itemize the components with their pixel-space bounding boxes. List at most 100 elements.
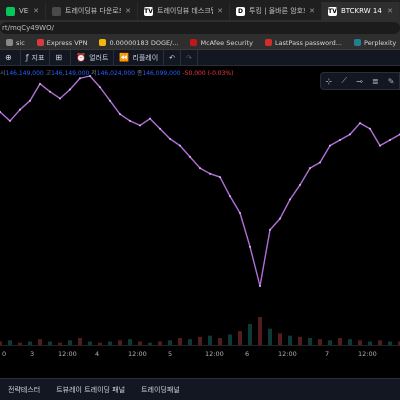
price-line-segment xyxy=(229,195,241,214)
browser-tab[interactable]: TV 트레이딩뷰 데스크탑 해상 ✕ xyxy=(138,2,230,20)
price-point xyxy=(279,217,281,220)
browser-tab[interactable]: TV BTCKRW 14 ✕ xyxy=(322,2,400,20)
brush-icon[interactable]: ✎ xyxy=(388,77,395,86)
price-line-segment xyxy=(9,109,21,122)
volume-bar xyxy=(268,328,272,345)
price-line-segment xyxy=(299,167,311,186)
volume-bar xyxy=(78,338,82,345)
price-point xyxy=(9,119,11,122)
price-chart[interactable] xyxy=(0,66,400,362)
browser-tab[interactable]: VER ✕ xyxy=(0,2,46,20)
tab-close-icon[interactable]: ✕ xyxy=(33,7,39,15)
chart-toolbar: ⊕ ƒ 지표 ⊞ ⏰ 얼러트 ⏪ 리플레이 ↶ ↷ xyxy=(0,49,400,66)
add-symbol-button[interactable]: ⊕ xyxy=(0,49,21,66)
legend-close: 146,099,000 xyxy=(142,70,181,77)
bookmark-item[interactable]: Perplexity xyxy=(348,39,400,47)
price-line-segment xyxy=(159,128,171,140)
tab-favicon-icon xyxy=(52,6,61,16)
browser-tab[interactable]: 트레이딩뷰 다운로드 - 검색 ✕ xyxy=(46,2,138,20)
price-line-segment xyxy=(259,229,271,287)
time-axis-label: 4 xyxy=(95,350,100,358)
browser-tab[interactable]: D 투킹 | 올바른 암호화폐 투 ✕ xyxy=(230,2,322,20)
horizontal-ray-icon[interactable]: ⊸ xyxy=(356,77,363,86)
bookmark-item[interactable]: 0.00000183 DOGE/... xyxy=(93,39,184,47)
price-point xyxy=(319,161,321,164)
price-line-segment xyxy=(119,113,131,122)
redo-button[interactable]: ↷ xyxy=(181,49,198,66)
price-line-segment xyxy=(239,212,251,247)
cursor-icon[interactable]: ⊹ xyxy=(326,77,333,86)
tab-title: VER xyxy=(19,7,29,15)
indicators-button[interactable]: ƒ 지표 xyxy=(21,49,51,66)
price-point xyxy=(59,97,61,100)
trendline-icon[interactable]: ⟋ xyxy=(341,76,347,86)
volume-bar xyxy=(278,333,282,345)
bookmark-item[interactable]: sic xyxy=(0,39,31,47)
price-point xyxy=(309,167,311,170)
price-point xyxy=(329,144,331,147)
price-line-segment xyxy=(249,246,261,287)
price-point xyxy=(29,99,31,102)
price-line-segment xyxy=(349,122,361,135)
price-line-segment xyxy=(329,139,341,147)
alert-button[interactable]: ⏰ 얼러트 xyxy=(71,49,115,66)
tab-title: 투킹 | 올바른 암호화폐 투 xyxy=(249,7,305,15)
price-line-segment xyxy=(189,156,201,169)
price-line-segment xyxy=(219,176,231,197)
price-line-segment xyxy=(309,161,321,169)
bookmark-item[interactable]: Express VPN xyxy=(31,39,94,47)
price-point xyxy=(389,139,391,142)
time-axis-label: 7 xyxy=(325,350,330,358)
time-axis-label: 6 xyxy=(245,350,250,358)
bookmark-label: McAfee Security xyxy=(200,38,253,47)
tab-favicon-icon xyxy=(6,6,15,16)
undo-button[interactable]: ↶ xyxy=(164,49,182,66)
bookmark-favicon-icon xyxy=(99,39,107,46)
alert-icon: ⏰ xyxy=(76,53,87,62)
volume-bar xyxy=(258,317,262,345)
replay-button[interactable]: ⏪ 리플레이 xyxy=(114,49,165,66)
tab-favicon-icon: TV xyxy=(144,6,153,16)
bottom-panel-tab[interactable]: 전략테스터 xyxy=(0,385,48,395)
price-line-segment xyxy=(289,184,301,200)
bookmark-label: 0.00000183 DOGE/... xyxy=(109,38,179,47)
alert-label: 얼러트 xyxy=(89,53,109,62)
volume-bar xyxy=(198,336,202,345)
price-point xyxy=(289,198,291,201)
tab-close-icon[interactable]: ✕ xyxy=(217,7,223,15)
price-point xyxy=(129,119,131,122)
price-chart-svg[interactable] xyxy=(0,66,400,362)
bookmark-item[interactable]: McAfee Security xyxy=(184,39,258,47)
price-line-segment xyxy=(99,86,111,102)
tab-title: 트레이딩뷰 다운로드 - 검색 xyxy=(65,7,121,15)
browser-tab-strip: VER ✕ 트레이딩뷰 다운로드 - 검색 ✕ TV 트레이딩뷰 데스크탑 해상 ✕ D 투킹 … xyxy=(0,0,400,20)
volume-bar xyxy=(308,338,312,345)
bookmark-favicon-icon xyxy=(264,39,272,46)
legend-low: 146,024,000 xyxy=(96,70,135,77)
bottom-panel-tab[interactable]: 트뷰레이 트레이딩 패널 xyxy=(48,385,133,395)
time-axis-label: 12:00 xyxy=(128,350,147,358)
volume-bar xyxy=(288,335,292,345)
replay-icon: ⏪ xyxy=(119,53,130,62)
templates-button[interactable]: ⊞ xyxy=(50,49,72,66)
price-line-segment xyxy=(149,118,161,130)
fib-retracement-icon[interactable]: ≣ xyxy=(372,77,379,86)
price-line-segment xyxy=(49,91,61,100)
tab-favicon-icon: TV xyxy=(328,6,337,16)
price-point xyxy=(179,144,181,147)
price-point xyxy=(49,90,51,93)
price-point xyxy=(349,133,351,136)
price-line-segment xyxy=(359,122,371,130)
tab-close-icon[interactable]: ✕ xyxy=(125,7,131,15)
address-bar: rt/mqCy49WO/ xyxy=(0,20,400,36)
bottom-panel-tab[interactable]: 트레이딩패널 xyxy=(133,385,188,395)
tab-close-icon[interactable]: ✕ xyxy=(309,7,315,15)
tab-close-icon[interactable]: ✕ xyxy=(387,7,393,15)
url-field[interactable]: rt/mqCy49WO/ xyxy=(0,22,400,34)
indicators-label: 지표 xyxy=(31,53,45,62)
price-point xyxy=(219,176,221,179)
bookmark-item[interactable]: LastPass password... xyxy=(259,39,348,47)
price-line-segment xyxy=(39,83,51,93)
price-point xyxy=(259,285,261,287)
price-line-segment xyxy=(379,139,391,147)
